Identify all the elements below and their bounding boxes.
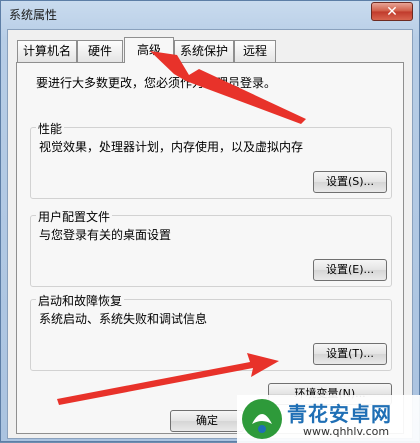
dialog-body: 计算机名 硬件 高级 系统保护 远程 要进行大多数更改，您必须作为管理员登录。 … [7,29,413,439]
startup-recovery-group: 启动和故障恢复 系统启动、系统失败和调试信息 设置(T)... [30,292,392,371]
performance-description: 视觉效果，处理器计划，内存使用，以及虚拟内存 [39,140,304,154]
tab-advanced[interactable]: 高级 [124,37,174,63]
watermark-text: 青花安卓网 [287,402,392,426]
watermark: 青花安卓网 www.qhhlv.com [237,395,420,443]
tab-hardware[interactable]: 硬件 [77,40,123,62]
performance-title: 性能 [36,120,65,137]
performance-settings-button[interactable]: 设置(S)... [313,171,387,193]
performance-group: 性能 视觉效果，处理器计划，内存使用，以及虚拟内存 设置(S)... [30,120,392,199]
close-button[interactable]: ✕ [371,2,413,21]
system-properties-window: 系统属性 ✕ 计算机名 硬件 高级 系统保护 远程 要进行大多数更改，您必须作为… [0,0,420,443]
tab-remote[interactable]: 远程 [234,40,276,62]
user-profiles-settings-button[interactable]: 设置(E)... [313,259,387,281]
ok-button[interactable]: 确定 [170,410,244,432]
watermark-logo-icon [242,399,282,439]
user-profiles-group: 用户配置文件 与您登录有关的桌面设置 设置(E)... [30,208,392,287]
user-profiles-description: 与您登录有关的桌面设置 [39,228,172,242]
startup-recovery-settings-button[interactable]: 设置(T)... [313,343,387,365]
admin-note: 要进行大多数更改，您必须作为管理员登录。 [36,76,277,90]
watermark-url: www.qhhlv.com [303,425,390,438]
tab-system-protection[interactable]: 系统保护 [174,40,234,62]
advanced-tab-panel: 要进行大多数更改，您必须作为管理员登录。 性能 视觉效果，处理器计划，内存使用，… [16,62,404,434]
user-profiles-title: 用户配置文件 [36,208,113,225]
tab-computer-name[interactable]: 计算机名 [17,40,77,62]
startup-recovery-title: 启动和故障恢复 [36,292,125,309]
window-title: 系统属性 [9,8,58,22]
startup-recovery-description: 系统启动、系统失败和调试信息 [39,312,208,326]
title-bar[interactable]: 系统属性 ✕ [1,1,419,27]
